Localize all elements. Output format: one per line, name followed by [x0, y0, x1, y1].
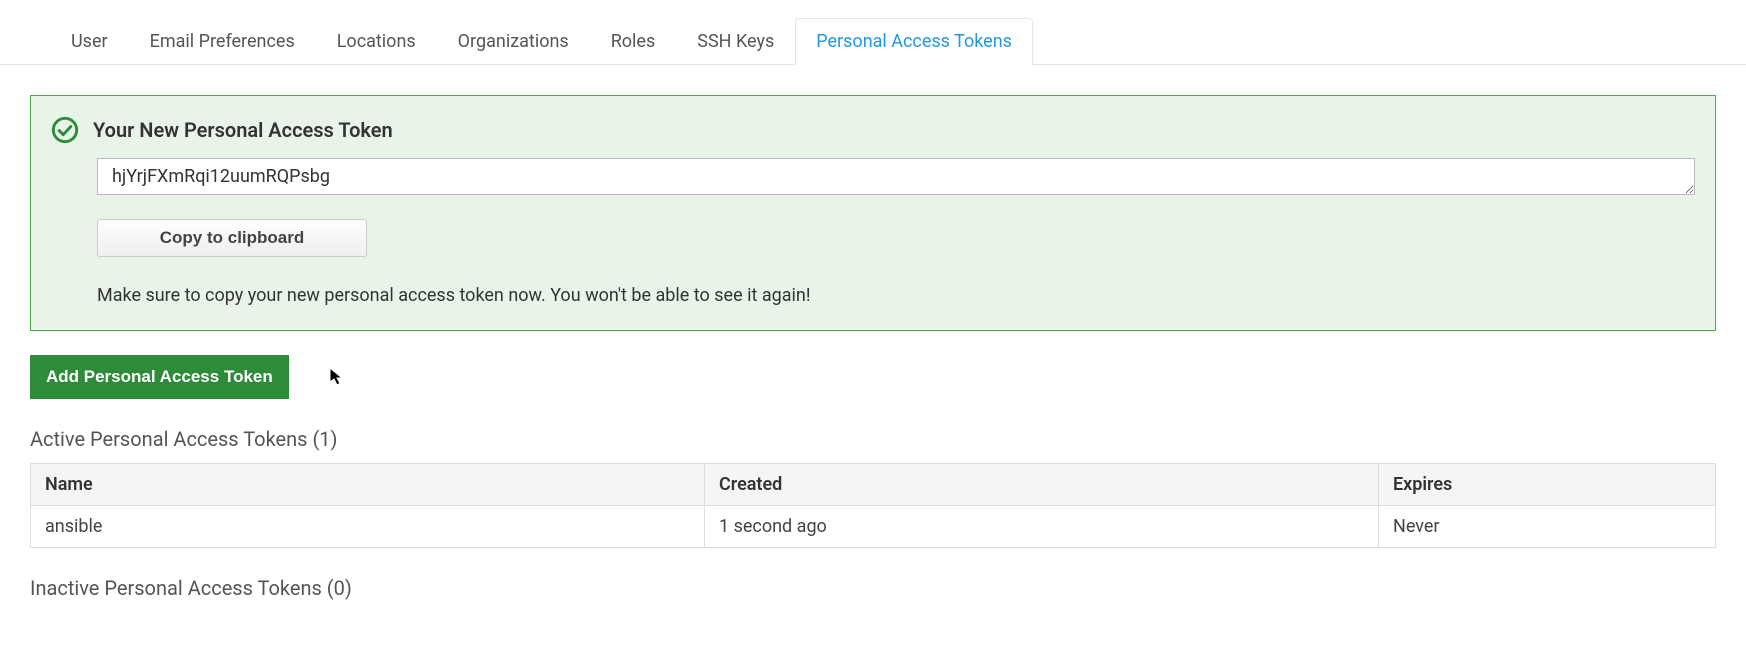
tab-email-preferences[interactable]: Email Preferences	[129, 18, 316, 65]
tab-user[interactable]: User	[50, 18, 129, 65]
col-expires[interactable]: Expires	[1379, 464, 1716, 506]
col-name[interactable]: Name	[31, 464, 705, 506]
alert-title: Your New Personal Access Token	[93, 118, 393, 142]
cell-name: ansible	[31, 506, 705, 548]
inactive-tokens-heading: Inactive Personal Access Tokens (0)	[30, 576, 1716, 600]
active-tokens-table: Name Created Expires ansible 1 second ag…	[30, 463, 1716, 548]
tab-locations[interactable]: Locations	[316, 18, 437, 65]
active-tokens-heading: Active Personal Access Tokens (1)	[30, 427, 1716, 451]
token-value-box[interactable]	[97, 158, 1695, 195]
alert-note: Make sure to copy your new personal acce…	[97, 285, 1695, 306]
cell-expires: Never	[1379, 506, 1716, 548]
cell-created: 1 second ago	[705, 506, 1379, 548]
tabs-bar: User Email Preferences Locations Organiz…	[0, 18, 1746, 65]
tab-ssh-keys[interactable]: SSH Keys	[676, 18, 795, 65]
new-token-alert: Your New Personal Access Token Copy to c…	[30, 95, 1716, 331]
tab-organizations[interactable]: Organizations	[437, 18, 590, 65]
add-personal-access-token-button[interactable]: Add Personal Access Token	[30, 355, 289, 399]
col-created[interactable]: Created	[705, 464, 1379, 506]
copy-to-clipboard-button[interactable]: Copy to clipboard	[97, 219, 367, 257]
tab-personal-access-tokens[interactable]: Personal Access Tokens	[795, 18, 1033, 65]
table-row: ansible 1 second ago Never	[31, 506, 1716, 548]
tab-roles[interactable]: Roles	[590, 18, 677, 65]
mouse-cursor-icon	[329, 367, 345, 387]
success-check-icon	[51, 116, 79, 144]
